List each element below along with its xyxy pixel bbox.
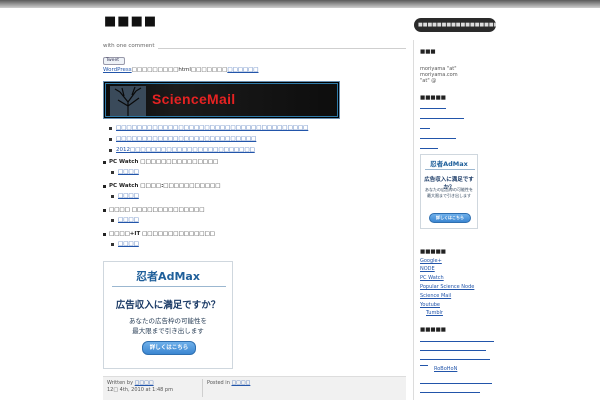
written-by-label: Written by <box>107 380 134 386</box>
list-item: □□□□□□□□□□□□□□□□□□□□□□□□□□□ <box>109 134 308 145</box>
ad-details-button[interactable]: 詳しくはこちら <box>429 213 471 223</box>
sidebar-link-line[interactable] <box>420 392 480 393</box>
sidebar-link-science-mail[interactable]: Science Mail <box>420 293 451 299</box>
posted-in-label: Posted in <box>207 380 230 386</box>
sidebar: ■■■ moriyama "at" moriyama.com "at" @ ■■… <box>413 40 501 400</box>
comment-count[interactable]: with one comment <box>103 43 155 49</box>
news-group-4: □□□□+IT □□□□□□□□□□□□□□ □□□□ <box>103 229 215 250</box>
sidebar-link-youtube[interactable]: Youtube <box>420 302 440 308</box>
sidebar-link-node[interactable]: NODE <box>420 266 435 272</box>
admax-ad-sidebar[interactable]: 忍者AdMax 広告収入に満足ですか？ あなたの広告枠の可能性を 最大限まで引き… <box>420 154 478 229</box>
sidebar-link-line[interactable] <box>420 118 464 119</box>
author-link[interactable]: □□□□ <box>135 380 154 386</box>
group-link[interactable]: □□□□ <box>118 169 139 175</box>
group-link[interactable]: □□□□ <box>118 241 139 247</box>
group-heading: □□□□+IT □□□□□□□□□□□□□□ <box>103 229 215 239</box>
news-group-3: □□□□ □□□□□□□□□□□□□□ □□□□ <box>103 205 204 226</box>
site-header: ■■■■ ■■■■■■■■■■■■■■■■■■■ <box>0 8 600 40</box>
ad-details-button[interactable]: 詳しくはこちら <box>142 341 196 355</box>
group-link-item: □□□□ <box>111 239 215 250</box>
site-title[interactable]: ■■■■ <box>104 14 157 29</box>
news-group-2: PC Watch □□□□:□□□□□□□□□□□ □□□□ <box>103 181 220 202</box>
ad-copy-1: あなたの広告枠の可能性を <box>129 317 207 325</box>
footer-divider <box>202 379 203 397</box>
ad-logo: 忍者AdMax <box>136 270 200 283</box>
sidebar-link-popular-science[interactable]: Popular Science Node <box>420 284 474 290</box>
wordpress-link[interactable]: WordPress <box>103 67 132 73</box>
tree-silhouette-icon <box>110 86 146 116</box>
news-group-1: PC Watch □□□□□□□□□□□□□□□ □□□□ <box>103 157 218 178</box>
admax-ad-main[interactable]: 忍者AdMax 広告収入に満足ですか？ あなたの広告枠の可能性を 最大限まで引き… <box>103 261 233 369</box>
sidebar-link-line[interactable] <box>420 365 428 366</box>
sidebar-title-contact: ■■■ <box>420 49 436 55</box>
group-link-item: □□□□ <box>111 215 204 226</box>
list-link[interactable]: □□□□□□□□□□□□□□□□□□□□□□□□□□□ <box>116 136 256 142</box>
ad-copy-2: 最大限まで引き出します <box>132 327 204 335</box>
intro-link-2[interactable]: □□□□□□ <box>227 67 258 73</box>
intro-paragraph: WordPress□□□□□□□□□html□□□□□□□□□□□□□ <box>103 67 259 73</box>
meta-divider <box>158 48 406 49</box>
sidebar-link-google[interactable]: Google+ <box>420 258 442 264</box>
post-author-date: Written by □□□□ 12□ 4th, 2010 at 1:48 pm <box>107 380 173 394</box>
list-link[interactable]: 2012□□□□□□□□□□□□□□□□□□□□□□□□ <box>116 147 255 153</box>
group-link[interactable]: □□□□ <box>118 217 139 223</box>
sidebar-link-tumblr[interactable]: Tumblr <box>426 310 443 316</box>
top-gradient-bar <box>0 0 600 8</box>
sidebar-title-4: ■■■■■ <box>420 327 446 333</box>
sidebar-link-line[interactable] <box>420 148 438 149</box>
search-box[interactable]: ■■■■■■■■■■■■■■■■■■■ <box>414 18 496 32</box>
ad-copy-2: 最大限まで引き出します <box>427 193 471 198</box>
post-category: Posted in □□□□ <box>207 380 250 386</box>
group-heading: □□□□ □□□□□□□□□□□□□□ <box>103 205 204 215</box>
category-link[interactable]: □□□□ <box>231 380 250 386</box>
sidebar-link-line[interactable] <box>420 108 446 109</box>
post-content: with one comment Tweet WordPress□□□□□□□□… <box>103 40 406 400</box>
banner-text: ScienceMail <box>152 91 236 107</box>
group-link-item: □□□□ <box>111 191 220 202</box>
sidebar-link-robohon[interactable]: RoBoHoN <box>434 366 457 372</box>
list-item: 2012□□□□□□□□□□□□□□□□□□□□□□□□ <box>109 145 308 156</box>
sidebar-link-line[interactable] <box>420 359 490 360</box>
tweet-button[interactable]: Tweet <box>103 57 125 65</box>
sidebar-link-line[interactable] <box>420 383 492 384</box>
banner-frame: ScienceMail <box>105 83 338 117</box>
ad-logo: 忍者AdMax <box>430 160 468 168</box>
sidebar-title-3: ■■■■■ <box>420 249 446 255</box>
group-heading: PC Watch □□□□□□□□□□□□□□□ <box>103 157 218 167</box>
sidebar-link-pcwatch[interactable]: PC Watch <box>420 275 444 281</box>
post-footer: Written by □□□□ 12□ 4th, 2010 at 1:48 pm… <box>103 376 406 400</box>
sciencemail-banner[interactable]: ScienceMail <box>103 81 340 119</box>
intro-text: □□□□□□□□□html□□□□□□□ <box>131 67 228 73</box>
group-link[interactable]: □□□□ <box>118 193 139 199</box>
contact-line-3: "at" @ <box>420 78 437 84</box>
top-link-list: □□□□□□□□□□□□□□□□□□□□□□□□□□□□□□□□□□□□□ □□… <box>109 123 308 156</box>
sidebar-link-line[interactable] <box>420 341 494 342</box>
sidebar-title-2: ■■■■■ <box>420 95 446 101</box>
group-heading: PC Watch □□□□:□□□□□□□□□□□ <box>103 181 220 191</box>
sidebar-link-line[interactable] <box>420 128 430 129</box>
list-link[interactable]: □□□□□□□□□□□□□□□□□□□□□□□□□□□□□□□□□□□□□ <box>116 125 308 131</box>
sidebar-link-line[interactable] <box>420 350 486 351</box>
ad-headline: 広告収入に満足ですか？ <box>115 300 221 311</box>
post-date: 12□ 4th, 2010 at 1:48 pm <box>107 387 173 393</box>
group-link-item: □□□□ <box>111 167 218 178</box>
ad-rule <box>112 286 226 287</box>
list-item: □□□□□□□□□□□□□□□□□□□□□□□□□□□□□□□□□□□□□ <box>109 123 308 134</box>
sidebar-link-line[interactable] <box>420 138 456 139</box>
ad-rule <box>425 169 475 170</box>
